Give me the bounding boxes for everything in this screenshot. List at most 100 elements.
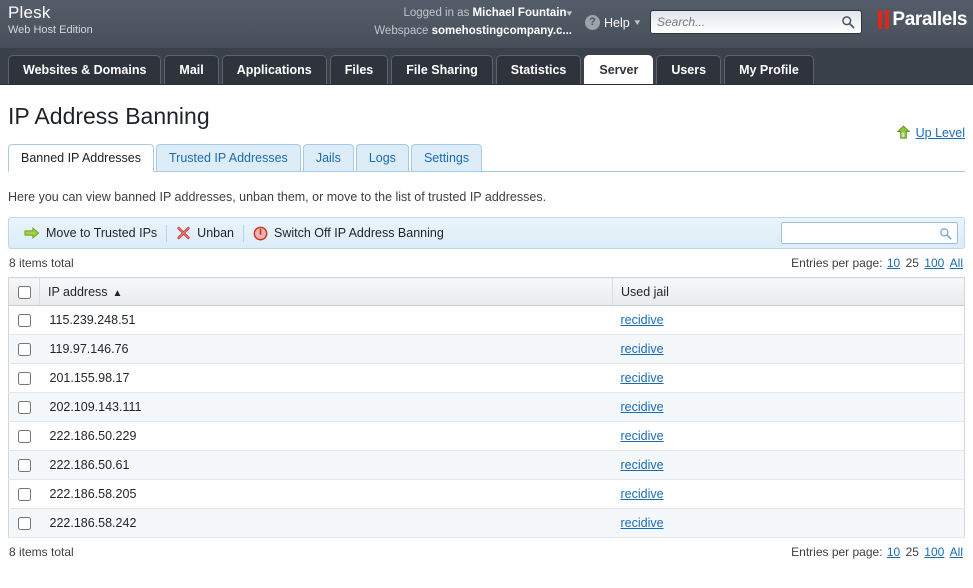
- jail-link[interactable]: recidive: [621, 458, 664, 472]
- sub-tab-label: Settings: [423, 151, 470, 165]
- table-body: 115.239.248.51 recidive 119.97.146.76 re…: [8, 305, 965, 538]
- brand-edition: Web Host Edition: [8, 23, 93, 36]
- up-level-link[interactable]: Up Level: [896, 125, 965, 140]
- jail-link[interactable]: recidive: [621, 313, 664, 327]
- entries-option-10[interactable]: 10: [887, 545, 900, 559]
- nav-tab-label: File Sharing: [406, 63, 478, 77]
- table-row[interactable]: 115.239.248.51 recidive: [8, 305, 965, 335]
- green-arrow-right-icon: [24, 227, 40, 239]
- table-row[interactable]: 222.186.58.242 recidive: [8, 508, 965, 538]
- unban-button[interactable]: Unban: [167, 221, 243, 245]
- list-toolbar: Move to Trusted IPs Unban Switch Off IP …: [8, 217, 965, 249]
- red-x-icon: [177, 226, 190, 240]
- sub-tab-jails[interactable]: Jails: [302, 144, 354, 171]
- jail-link[interactable]: recidive: [621, 516, 664, 530]
- sub-tab-logs[interactable]: Logs: [355, 144, 409, 171]
- table-row[interactable]: 222.186.58.205 recidive: [8, 479, 965, 509]
- row-ip-address: 201.155.98.17: [39, 363, 613, 393]
- nav-tab-applications[interactable]: Applications: [221, 55, 327, 84]
- sub-tab-settings[interactable]: Settings: [410, 144, 483, 171]
- select-all-checkbox[interactable]: [18, 285, 31, 299]
- entries-option-25-selected[interactable]: 25: [906, 545, 919, 559]
- question-circle-icon: ?: [585, 15, 600, 30]
- move-to-trusted-ips-button[interactable]: Move to Trusted IPs: [15, 221, 166, 245]
- list-search[interactable]: [781, 222, 958, 244]
- jail-link[interactable]: recidive: [621, 487, 664, 501]
- move-to-trusted-ips-label: Move to Trusted IPs: [46, 226, 158, 240]
- jail-link[interactable]: recidive: [621, 429, 664, 443]
- entries-option-25-selected[interactable]: 25: [906, 256, 919, 270]
- table-header: IP address ▲ Used jail: [8, 277, 965, 306]
- row-used-jail: recidive: [612, 392, 965, 422]
- row-checkbox[interactable]: [18, 401, 31, 415]
- row-ip-address: 202.109.143.111: [39, 392, 613, 422]
- nav-tab-websites-domains[interactable]: Websites & Domains: [8, 55, 162, 84]
- column-header-ip-address[interactable]: IP address ▲: [39, 277, 613, 306]
- up-level-label[interactable]: Up Level: [916, 126, 965, 140]
- nav-tab-label: Applications: [236, 63, 312, 77]
- row-select-cell: [8, 392, 40, 422]
- row-select-cell: [8, 334, 40, 364]
- row-checkbox[interactable]: [18, 314, 31, 328]
- row-ip-address: 222.186.50.61: [39, 450, 613, 480]
- webspace-value[interactable]: somehostingcompany.c...: [432, 25, 572, 37]
- nav-tab-label: My Profile: [739, 63, 799, 77]
- sub-tab-label: Logs: [368, 151, 396, 165]
- entries-option-10[interactable]: 10: [887, 256, 900, 270]
- column-header-used-jail-label: Used jail: [621, 284, 669, 299]
- row-used-jail: recidive: [612, 479, 965, 509]
- nav-tab-server[interactable]: Server: [584, 55, 654, 84]
- jail-link[interactable]: recidive: [621, 400, 664, 414]
- column-header-ip-address-label: IP address: [48, 284, 108, 299]
- row-used-jail: recidive: [612, 450, 965, 480]
- search-input[interactable]: [651, 12, 831, 32]
- table-row[interactable]: 201.155.98.17 recidive: [8, 363, 965, 393]
- nav-tab-mail[interactable]: Mail: [164, 55, 219, 84]
- search-icon: [940, 228, 952, 240]
- table-row[interactable]: 222.186.50.61 recidive: [8, 450, 965, 480]
- row-checkbox[interactable]: [18, 459, 31, 473]
- list-summary-bottom: 8 items total Entries per page: 10 25 10…: [8, 538, 965, 566]
- nav-tab-file-sharing[interactable]: File Sharing: [391, 55, 493, 84]
- nav-tab-label: Files: [344, 63, 374, 77]
- nav-tab-statistics[interactable]: Statistics: [495, 55, 582, 84]
- sub-tab-banned-ip-addresses[interactable]: Banned IP Addresses: [8, 144, 154, 172]
- logged-in-user[interactable]: Michael Fountain: [473, 7, 567, 19]
- row-checkbox[interactable]: [18, 488, 31, 502]
- nav-tab-files[interactable]: Files: [329, 55, 389, 84]
- list-search-input[interactable]: [782, 224, 932, 242]
- row-checkbox[interactable]: [18, 430, 31, 444]
- row-checkbox[interactable]: [18, 372, 31, 386]
- row-select-cell: [8, 508, 40, 538]
- webspace-label: Webspace: [374, 24, 429, 37]
- chevron-down-icon[interactable]: ▾: [567, 7, 573, 21]
- nav-tab-my-profile[interactable]: My Profile: [724, 55, 814, 84]
- column-header-used-jail[interactable]: Used jail: [612, 277, 965, 306]
- jail-link[interactable]: recidive: [621, 371, 664, 385]
- brand-block: Plesk Web Host Edition: [8, 3, 93, 36]
- table-row[interactable]: 222.186.50.229 recidive: [8, 421, 965, 451]
- entries-option-100[interactable]: 100: [924, 545, 944, 559]
- sub-navigation: Banned IP Addresses Trusted IP Addresses…: [8, 144, 965, 172]
- sub-tab-trusted-ip-addresses[interactable]: Trusted IP Addresses: [156, 144, 301, 171]
- entries-option-100[interactable]: 100: [924, 256, 944, 270]
- page-description: Here you can view banned IP addresses, u…: [8, 190, 547, 204]
- row-checkbox[interactable]: [18, 517, 31, 531]
- help-menu[interactable]: ? Help ▾: [585, 15, 640, 30]
- global-search[interactable]: [650, 10, 862, 34]
- entries-option-all[interactable]: All: [950, 256, 963, 270]
- row-used-jail: recidive: [612, 508, 965, 538]
- row-checkbox[interactable]: [18, 343, 31, 357]
- table-row[interactable]: 202.109.143.111 recidive: [8, 392, 965, 422]
- nav-tab-users[interactable]: Users: [656, 55, 722, 84]
- sub-tab-label: Trusted IP Addresses: [169, 151, 288, 165]
- jail-link[interactable]: recidive: [621, 342, 664, 356]
- entries-per-page-label: Entries per page:: [791, 545, 883, 559]
- unban-label: Unban: [197, 226, 235, 240]
- table-row[interactable]: 119.97.146.76 recidive: [8, 334, 965, 364]
- nav-tab-label: Statistics: [510, 63, 567, 77]
- nav-tab-label: Users: [671, 63, 707, 77]
- switch-off-ip-banning-button[interactable]: Switch Off IP Address Banning: [244, 221, 453, 245]
- entries-per-page-bottom: Entries per page: 10 25 100 All: [791, 545, 964, 559]
- entries-option-all[interactable]: All: [950, 545, 963, 559]
